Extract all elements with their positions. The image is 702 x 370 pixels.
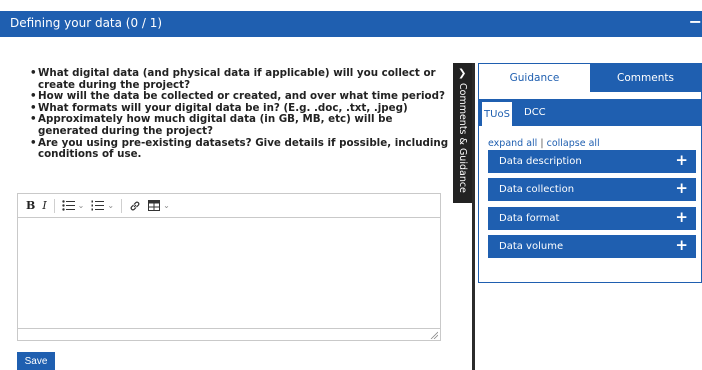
tab-tuos[interactable]: TUoS <box>482 102 512 126</box>
plus-icon: + <box>675 236 688 254</box>
comments-guidance-toggle[interactable]: ❯ Comments & Guidance <box>453 63 473 203</box>
accordion-label: Data description <box>499 156 582 167</box>
collapse-icon[interactable]: − <box>688 14 702 32</box>
guidance-source-tabs: TUoS DCC <box>479 99 701 126</box>
editor-toolbar: B I ⌄ ⌄ ⌄ <box>18 194 440 218</box>
expand-all-link[interactable]: expand all <box>488 138 537 149</box>
question-item: Are you using pre-existing datasets? Giv… <box>30 137 450 161</box>
accordion-label: Data format <box>499 213 560 224</box>
collapse-all-link[interactable]: collapse all <box>547 138 600 149</box>
italic-button[interactable]: I <box>42 197 46 215</box>
question-item: What digital data (and physical data if … <box>30 67 450 91</box>
save-button[interactable]: Save <box>17 352 55 370</box>
accordion-data-collection[interactable]: Data collection + <box>488 178 696 201</box>
section-header[interactable]: Defining your data (0 / 1) − <box>0 11 702 37</box>
numbered-list-button[interactable]: ⌄ <box>91 197 114 215</box>
side-tab-label: Comments & Guidance <box>457 83 468 193</box>
numbered-list-icon <box>91 200 105 211</box>
accordion-data-format[interactable]: Data format + <box>488 207 696 230</box>
guidance-panel: Guidance Comments TUoS DCC expand all | … <box>478 63 702 283</box>
editor-status-bar <box>18 328 440 340</box>
chevron-down-icon: ⌄ <box>163 201 170 210</box>
expand-collapse-links: expand all | collapse all <box>488 138 600 149</box>
accordion-data-description[interactable]: Data description + <box>488 150 696 173</box>
panel-divider <box>472 63 475 370</box>
resize-handle-icon[interactable] <box>430 331 438 339</box>
plus-icon: + <box>675 151 688 169</box>
chevron-right-icon: ❯ <box>458 68 467 79</box>
guidance-questions: What digital data (and physical data if … <box>30 67 450 161</box>
table-button[interactable]: ⌄ <box>148 197 170 215</box>
bullet-list-button[interactable]: ⌄ <box>61 197 85 215</box>
tab-guidance[interactable]: Guidance <box>479 64 590 92</box>
section-title: Defining your data (0 / 1) <box>10 16 163 30</box>
table-icon <box>148 200 161 211</box>
answer-editor: B I ⌄ ⌄ ⌄ <box>17 193 441 341</box>
bold-button[interactable]: B <box>26 197 35 215</box>
accordion-data-volume[interactable]: Data volume + <box>488 235 696 258</box>
plus-icon: + <box>675 208 688 226</box>
toolbar-divider <box>53 198 55 213</box>
accordion-label: Data collection <box>499 184 575 195</box>
link-icon <box>130 201 140 210</box>
question-item: Approximately how much digital data (in … <box>30 114 450 137</box>
tab-dcc[interactable]: DCC <box>524 99 546 126</box>
panel-tabs: Guidance Comments <box>479 64 701 92</box>
link-button[interactable] <box>129 197 141 215</box>
plus-icon: + <box>675 179 688 197</box>
chevron-down-icon: ⌄ <box>107 201 115 210</box>
accordion-label: Data volume <box>499 241 564 252</box>
link-separator: | <box>540 138 544 149</box>
chevron-down-icon: ⌄ <box>77 201 85 210</box>
answer-text-area[interactable] <box>18 218 440 330</box>
tab-comments[interactable]: Comments <box>590 64 701 92</box>
toolbar-divider <box>121 198 123 213</box>
bullet-list-icon <box>61 200 75 211</box>
